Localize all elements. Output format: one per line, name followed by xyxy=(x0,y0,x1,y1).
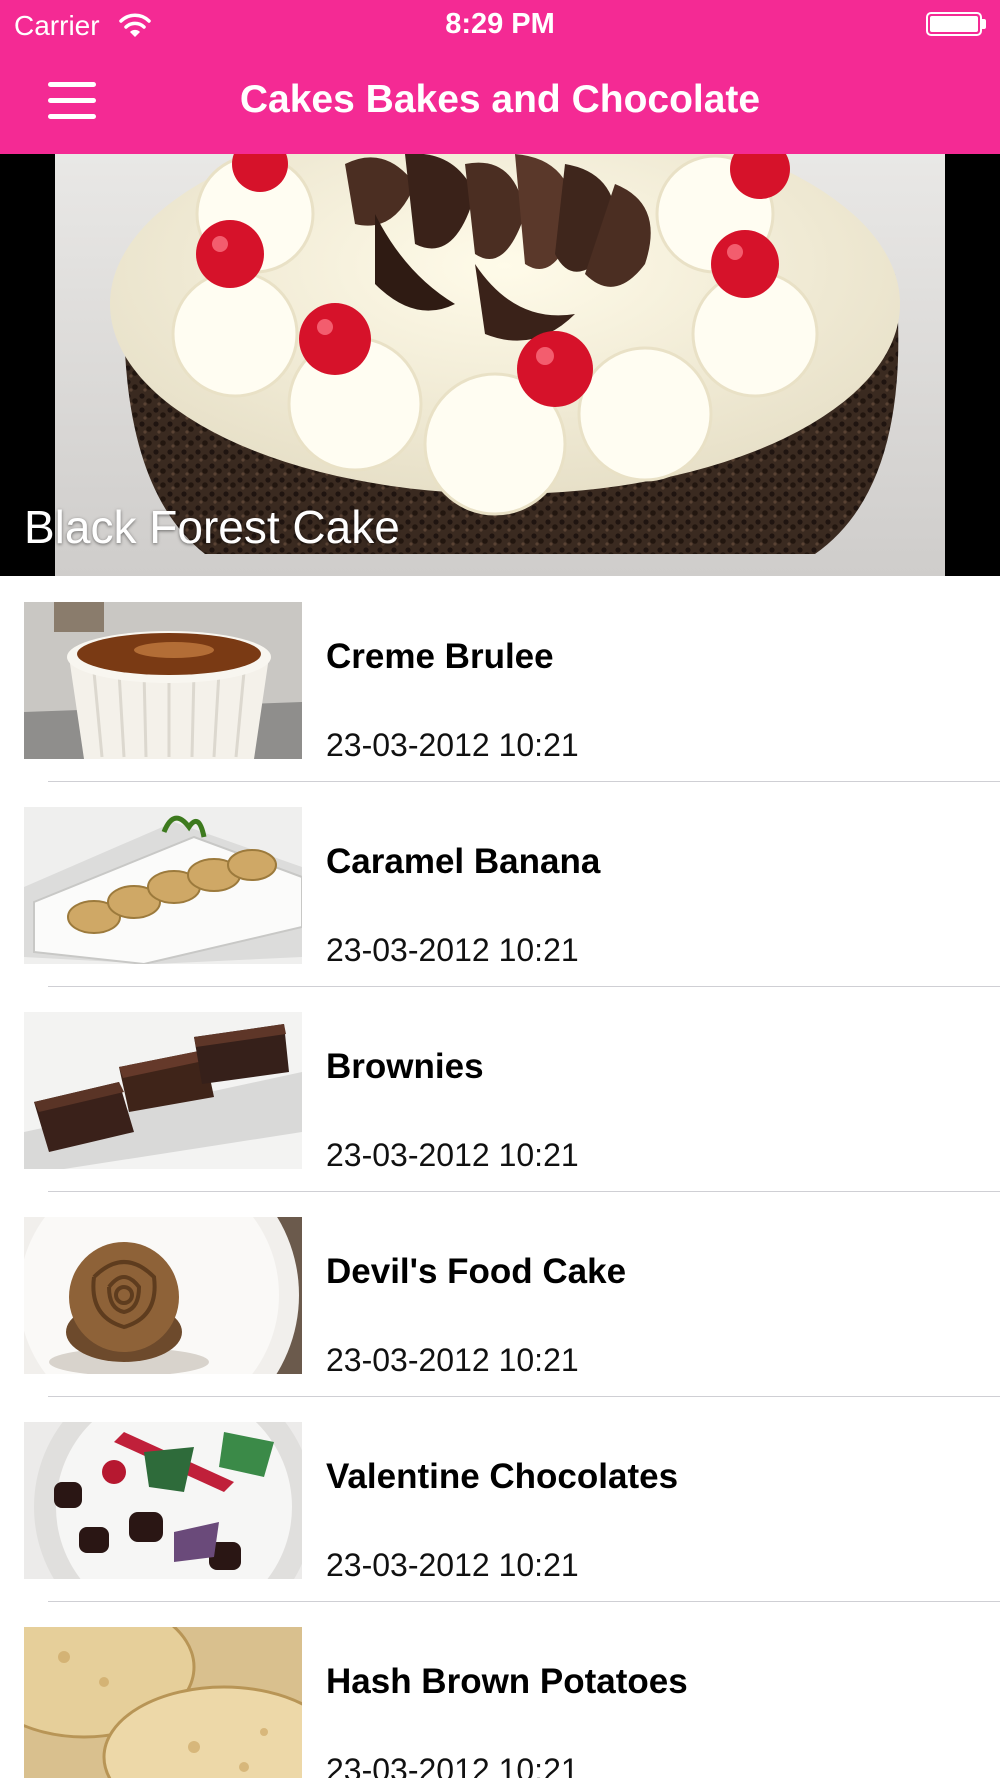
featured-recipe-banner[interactable]: Black Forest Cake xyxy=(0,154,1000,576)
recipe-date: 23-03-2012 10:21 xyxy=(326,1752,579,1778)
list-item[interactable]: Devil's Food Cake 23-03-2012 10:21 xyxy=(0,1192,1000,1397)
recipe-list: Creme Brulee 23-03-2012 10:21 Caramel Ba… xyxy=(0,577,1000,1778)
recipe-date: 23-03-2012 10:21 xyxy=(326,727,579,763)
page-title: Cakes Bakes and Chocolate xyxy=(239,78,761,121)
recipe-thumbnail xyxy=(24,602,302,759)
navigation-bar: Carrier 8:29 PM Cakes Bakes and Chocolat… xyxy=(0,0,1000,154)
recipe-date: 23-03-2012 10:21 xyxy=(326,1137,579,1173)
featured-recipe-title: Black Forest Cake xyxy=(24,501,400,553)
list-item[interactable]: Valentine Chocolates 23-03-2012 10:21 xyxy=(0,1397,1000,1602)
recipe-title: Hash Brown Potatoes xyxy=(326,1662,688,1701)
recipe-date: 23-03-2012 10:21 xyxy=(326,1547,579,1583)
list-item[interactable]: Caramel Banana 23-03-2012 10:21 xyxy=(0,782,1000,987)
recipe-thumbnail xyxy=(24,1627,302,1778)
recipe-title: Caramel Banana xyxy=(326,842,601,881)
recipe-date: 23-03-2012 10:21 xyxy=(326,932,579,968)
recipe-thumbnail xyxy=(24,1217,302,1374)
hamburger-menu-icon[interactable] xyxy=(40,76,104,128)
list-item[interactable]: Hash Brown Potatoes 23-03-2012 10:21 xyxy=(0,1602,1000,1778)
list-item[interactable]: Creme Brulee 23-03-2012 10:21 xyxy=(0,577,1000,782)
recipe-title: Valentine Chocolates xyxy=(326,1457,679,1496)
recipe-title: Creme Brulee xyxy=(326,637,554,676)
recipe-title: Devil's Food Cake xyxy=(326,1252,627,1291)
recipe-thumbnail xyxy=(24,1012,302,1169)
status-time: 8:29 PM xyxy=(445,8,555,40)
recipe-date: 23-03-2012 10:21 xyxy=(326,1342,579,1378)
list-item[interactable]: Brownies 23-03-2012 10:21 xyxy=(0,987,1000,1192)
recipe-thumbnail xyxy=(24,807,302,964)
recipe-title: Brownies xyxy=(326,1047,484,1086)
status-bar: Carrier 8:29 PM xyxy=(0,0,1000,50)
battery-tip xyxy=(982,19,986,29)
battery-icon xyxy=(926,12,982,36)
app-screen: Carrier 8:29 PM Cakes Bakes and Chocolat… xyxy=(0,0,1000,1778)
recipe-thumbnail xyxy=(24,1422,302,1579)
